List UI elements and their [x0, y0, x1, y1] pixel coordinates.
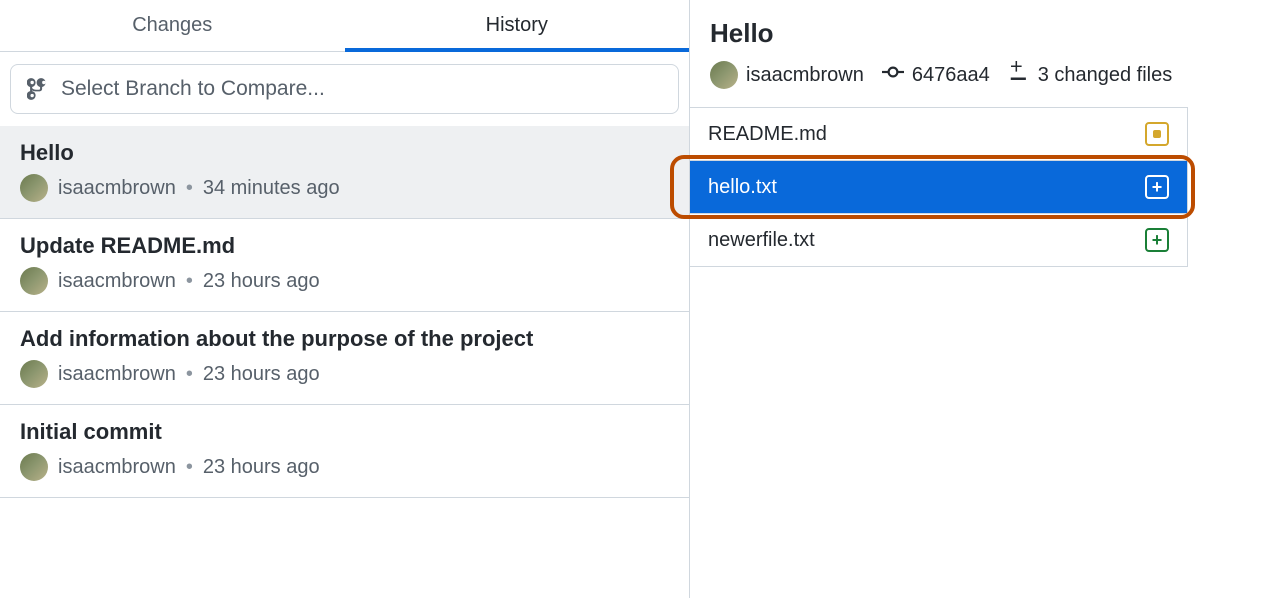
separator: •: [186, 270, 193, 293]
commit-author: isaacmbrown: [58, 177, 176, 200]
commit-detail-panel: Hello isaacmbrown 6476aa4: [690, 0, 1272, 598]
commit-title: Update README.md: [20, 233, 669, 259]
changed-files-label: 3 changed files: [1038, 64, 1173, 87]
status-modified-icon: [1145, 122, 1169, 146]
detail-title: Hello: [710, 18, 1252, 49]
separator: •: [186, 177, 193, 200]
detail-header: Hello isaacmbrown 6476aa4: [690, 18, 1272, 107]
commit-time: 23 hours ago: [203, 363, 320, 386]
commit-list: Hello isaacmbrown • 34 minutes ago Updat…: [0, 126, 689, 498]
tabs: Changes History: [0, 0, 689, 52]
separator: •: [186, 363, 193, 386]
commit-item[interactable]: Hello isaacmbrown • 34 minutes ago: [0, 126, 689, 219]
file-name: README.md: [708, 123, 827, 146]
author-group: isaacmbrown: [710, 61, 864, 89]
detail-author: isaacmbrown: [746, 64, 864, 87]
commit-author: isaacmbrown: [58, 363, 176, 386]
history-panel: Changes History Select Branch to Compare…: [0, 0, 690, 598]
commit-time: 23 hours ago: [203, 456, 320, 479]
detail-meta: isaacmbrown 6476aa4 3 changed files: [710, 61, 1252, 107]
avatar: [710, 61, 738, 89]
commit-meta: isaacmbrown • 23 hours ago: [20, 453, 669, 481]
sha-group[interactable]: 6476aa4: [882, 61, 990, 89]
avatar: [20, 174, 48, 202]
commit-author: isaacmbrown: [58, 270, 176, 293]
tab-history[interactable]: History: [345, 0, 690, 51]
commit-time: 23 hours ago: [203, 270, 320, 293]
file-row[interactable]: README.md: [690, 108, 1187, 161]
commit-sha-icon: [882, 61, 904, 89]
avatar: [20, 453, 48, 481]
file-name: newerfile.txt: [708, 229, 815, 252]
detail-sha: 6476aa4: [912, 64, 990, 87]
branch-placeholder: Select Branch to Compare...: [61, 77, 325, 101]
file-row[interactable]: hello.txt +: [690, 161, 1187, 214]
commit-item[interactable]: Initial commit isaacmbrown • 23 hours ag…: [0, 405, 689, 498]
commit-time: 34 minutes ago: [203, 177, 340, 200]
file-list: README.md hello.txt + newerfile.txt +: [690, 107, 1188, 267]
commit-title: Initial commit: [20, 419, 669, 445]
git-branch-icon: [27, 78, 49, 100]
file-name: hello.txt: [708, 176, 777, 199]
tab-changes[interactable]: Changes: [0, 0, 345, 51]
avatar: [20, 360, 48, 388]
status-added-icon: +: [1145, 228, 1169, 252]
separator: •: [186, 456, 193, 479]
commit-meta: isaacmbrown • 23 hours ago: [20, 360, 669, 388]
commit-author: isaacmbrown: [58, 456, 176, 479]
file-row[interactable]: newerfile.txt +: [690, 214, 1187, 267]
commit-item[interactable]: Update README.md isaacmbrown • 23 hours …: [0, 219, 689, 312]
diff-icon: [1008, 61, 1030, 89]
commit-title: Hello: [20, 140, 669, 166]
branch-compare-selector[interactable]: Select Branch to Compare...: [10, 64, 679, 114]
avatar: [20, 267, 48, 295]
commit-title: Add information about the purpose of the…: [20, 326, 669, 352]
commit-meta: isaacmbrown • 34 minutes ago: [20, 174, 669, 202]
commit-meta: isaacmbrown • 23 hours ago: [20, 267, 669, 295]
commit-item[interactable]: Add information about the purpose of the…: [0, 312, 689, 405]
status-added-icon: +: [1145, 175, 1169, 199]
changed-files-group[interactable]: 3 changed files: [1008, 61, 1173, 89]
